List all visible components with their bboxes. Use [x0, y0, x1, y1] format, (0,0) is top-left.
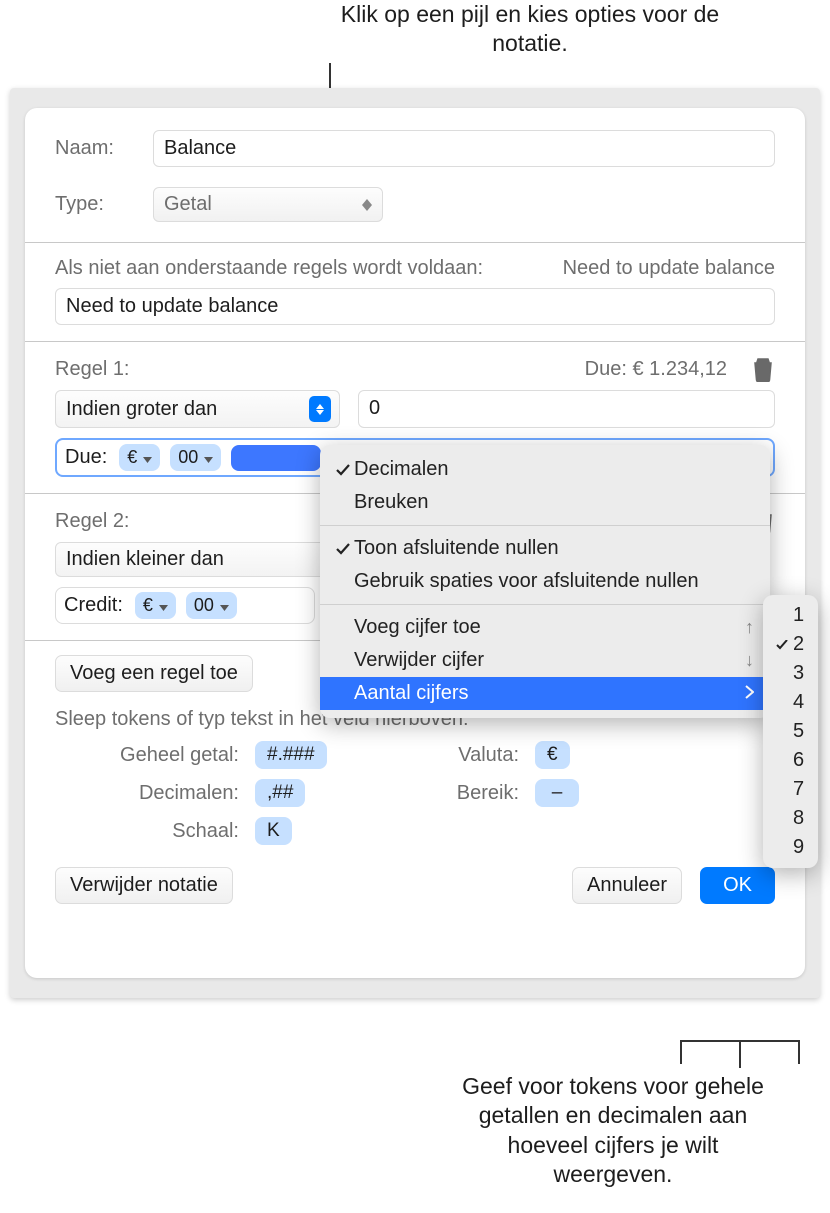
digits-option-label: 1 [791, 604, 808, 627]
menu-toon-nullen[interactable]: Toon afsluitende nullen [320, 532, 770, 565]
menu-text: Aantal cijfers [354, 682, 744, 705]
chevron-updown-icon [309, 396, 331, 422]
callout-top: Klik op een pijl en kies opties voor de … [335, 0, 725, 58]
type-value: Getal [164, 193, 212, 216]
check-icon [332, 464, 354, 476]
decimal-token[interactable]: 00 [170, 444, 221, 471]
rule1-preview: Due: € 1.234,12 [585, 358, 727, 381]
chevron-right-icon [744, 683, 754, 704]
digits-option-8[interactable]: 8 [763, 804, 818, 833]
window-frame: Naam: Balance Type: Getal Als niet aan o… [10, 88, 820, 998]
separator [25, 341, 805, 342]
menu-voeg-cijfer[interactable]: Voeg cijfer toe ↑ [320, 611, 770, 644]
digits-option-label: 4 [791, 691, 808, 714]
token-context-menu: Decimalen Breuken Toon afsluitende nulle… [320, 445, 770, 718]
check-icon [773, 640, 791, 650]
token-text: € [127, 447, 137, 468]
chevron-down-icon [159, 595, 168, 616]
menu-verwijder-cijfer[interactable]: Verwijder cijfer ↓ [320, 644, 770, 677]
fallback-label: Als niet aan onderstaande regels wordt v… [55, 257, 483, 280]
ok-button[interactable]: OK [700, 867, 775, 904]
geheel-label: Geheel getal: [65, 744, 245, 767]
add-rule-button[interactable]: Voeg een regel toe [55, 655, 253, 692]
digits-option-7[interactable]: 7 [763, 775, 818, 804]
fallback-field[interactable]: Need to update balance [55, 288, 775, 325]
currency-token[interactable]: € [119, 444, 160, 471]
menu-separator [320, 604, 770, 605]
menu-breuken[interactable]: Breuken [320, 486, 770, 519]
geheel-token[interactable]: #.### [255, 741, 327, 769]
chevron-down-icon [143, 447, 152, 468]
rule1-value-field[interactable]: 0 [358, 390, 775, 428]
digits-option-label: 5 [791, 720, 808, 743]
valuta-label: Valuta: [385, 744, 525, 767]
rule1-title: Regel 1: [55, 358, 130, 381]
name-field[interactable]: Balance [153, 130, 775, 167]
digits-option-9[interactable]: 9 [763, 833, 818, 862]
rule2-token-row[interactable]: Credit: € 00 [55, 587, 315, 624]
arrow-up-icon: ↑ [745, 617, 754, 638]
callout-bottom: Geef voor tokens voor gehele getallen en… [448, 1072, 778, 1190]
digits-submenu: 1 2 3 4 5 6 7 8 9 [763, 595, 818, 868]
digits-option-label: 8 [791, 807, 808, 830]
digits-option-label: 2 [791, 633, 808, 656]
valuta-token[interactable]: € [535, 741, 570, 769]
digits-option-4[interactable]: 4 [763, 688, 818, 717]
cancel-button[interactable]: Annuleer [572, 867, 682, 904]
menu-text: Verwijder cijfer [354, 649, 745, 672]
rule2-condition-select[interactable]: Indien kleiner dan [55, 542, 340, 577]
name-label: Naam: [55, 137, 135, 160]
digits-option-2[interactable]: 2 [763, 630, 818, 659]
currency-token[interactable]: € [135, 592, 176, 619]
bereik-label: Bereik: [385, 782, 525, 805]
chevron-down-icon [220, 595, 229, 616]
rule1-prefix: Due: [65, 446, 107, 469]
token-text: 00 [194, 595, 214, 616]
digits-option-label: 6 [791, 749, 808, 772]
menu-text: Voeg cijfer toe [354, 616, 745, 639]
trash-icon[interactable] [751, 356, 775, 382]
decimalen-token[interactable]: ,## [255, 779, 305, 807]
rule2-title: Regel 2: [55, 510, 130, 533]
selected-token[interactable] [231, 445, 321, 471]
digits-option-6[interactable]: 6 [763, 746, 818, 775]
digits-option-5[interactable]: 5 [763, 717, 818, 746]
rule1-condition-select[interactable]: Indien groter dan [55, 390, 340, 428]
menu-spaties-nullen[interactable]: Gebruik spaties voor afsluitende nullen [320, 565, 770, 598]
check-icon [332, 543, 354, 555]
menu-text: Toon afsluitende nullen [354, 537, 754, 560]
schaal-token[interactable]: K [255, 817, 292, 845]
rule2-prefix: Credit: [64, 594, 123, 617]
digits-option-3[interactable]: 3 [763, 659, 818, 688]
type-label: Type: [55, 193, 135, 216]
arrow-down-icon: ↓ [745, 650, 754, 671]
chevron-down-icon [204, 447, 213, 468]
menu-separator [320, 525, 770, 526]
digits-option-label: 7 [791, 778, 808, 801]
token-text: 00 [178, 447, 198, 468]
menu-decimalen[interactable]: Decimalen [320, 453, 770, 486]
type-select[interactable]: Getal [153, 187, 383, 222]
menu-text: Breuken [354, 491, 754, 514]
bereik-token[interactable]: – [535, 779, 579, 807]
menu-text: Gebruik spaties voor afsluitende nullen [354, 570, 754, 593]
delete-format-button[interactable]: Verwijder notatie [55, 867, 233, 904]
menu-text: Decimalen [354, 458, 754, 481]
digits-option-label: 3 [791, 662, 808, 685]
callout-leader-stem [739, 1040, 741, 1068]
tokens-grid: Geheel getal: #.### Valuta: € Decimalen:… [65, 741, 775, 845]
rule1-condition: Indien groter dan [66, 398, 217, 421]
digits-option-label: 9 [791, 836, 808, 859]
menu-aantal-cijfers[interactable]: Aantal cijfers [320, 677, 770, 710]
token-text: € [143, 595, 153, 616]
schaal-label: Schaal: [65, 820, 245, 843]
decimal-token[interactable]: 00 [186, 592, 237, 619]
chevron-updown-icon [362, 199, 372, 211]
separator [25, 242, 805, 243]
digits-option-1[interactable]: 1 [763, 601, 818, 630]
decimalen-label: Decimalen: [65, 782, 245, 805]
rule2-condition: Indien kleiner dan [66, 548, 224, 571]
fallback-preview: Need to update balance [563, 257, 775, 280]
